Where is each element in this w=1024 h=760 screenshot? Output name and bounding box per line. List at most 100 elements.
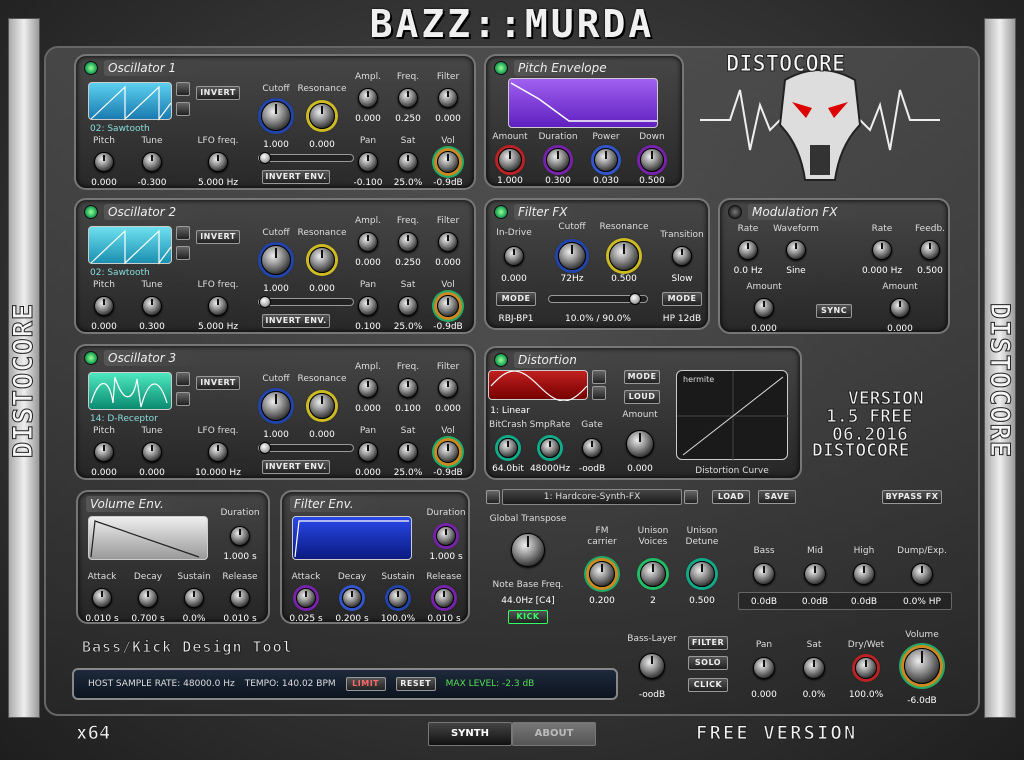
osc-tune-knob[interactable] (142, 296, 162, 316)
osc-sat-knob[interactable] (398, 296, 418, 316)
limit-button[interactable]: LIMIT (345, 677, 386, 691)
filter-fx-mix-slider[interactable] (548, 293, 648, 305)
modulation-fx-power-icon[interactable] (728, 205, 742, 219)
distortion-mode-button[interactable]: MODE (624, 370, 660, 384)
filter-fx-mode-left-button[interactable]: MODE (496, 292, 536, 306)
osc-filter-knob[interactable] (438, 232, 458, 252)
osc-waveform-up-button[interactable] (176, 372, 190, 386)
volume_env-knob[interactable] (184, 588, 204, 608)
mod-rate2-knob[interactable] (872, 240, 892, 260)
osc-pitch-knob[interactable] (94, 152, 114, 172)
filter-fx-mode-right-button[interactable]: MODE (662, 292, 702, 306)
distortion-power-icon[interactable] (494, 353, 508, 367)
distortion-loud-button[interactable]: LOUD (624, 390, 660, 404)
osc-ampl-knob[interactable] (358, 88, 378, 108)
filter_env-knob[interactable] (296, 588, 316, 608)
osc-waveform-up-button[interactable] (176, 226, 190, 240)
filter-fx-knob[interactable] (609, 241, 639, 271)
osc-vol-knob[interactable] (437, 295, 459, 317)
osc-cutoff-knob[interactable] (261, 245, 291, 275)
osc-tune-knob[interactable] (142, 152, 162, 172)
mod-amount2-knob[interactable] (890, 298, 910, 318)
preset-prev-button[interactable] (486, 490, 500, 504)
distortion-knob[interactable] (540, 438, 560, 458)
oscillator-1-power-icon[interactable] (84, 61, 98, 75)
osc-mix-slider-thumb[interactable] (259, 442, 271, 454)
osc-waveform-up-button[interactable] (176, 82, 190, 96)
pitch-env-power-icon[interactable] (494, 61, 508, 75)
volume_env-knob[interactable] (138, 588, 158, 608)
layer-solo-button[interactable]: SOLO (688, 656, 728, 670)
layer-filter-button[interactable]: FILTER (688, 636, 728, 650)
pitch-env-knob[interactable] (546, 148, 570, 172)
mod-sync-button[interactable]: SYNC (816, 304, 852, 318)
osc-vol-knob[interactable] (437, 441, 459, 463)
osc-mix-slider[interactable] (258, 152, 354, 164)
unison-voices-knob[interactable] (640, 561, 666, 587)
osc-pitch-knob[interactable] (94, 296, 114, 316)
oscillator-2-waveform-display[interactable] (88, 226, 172, 265)
fm-carrier-knob[interactable] (589, 561, 615, 587)
volume-env-duration-knob[interactable] (230, 526, 250, 546)
osc-waveform-down-button[interactable] (176, 246, 190, 260)
pitch-env-knob[interactable] (498, 148, 522, 172)
mod-feedb-knob[interactable] (920, 240, 940, 260)
osc-cutoff-knob[interactable] (261, 101, 291, 131)
preset-save-button[interactable]: SAVE (758, 490, 796, 504)
preset-load-button[interactable]: LOAD (712, 490, 750, 504)
osc-pitch-knob[interactable] (94, 442, 114, 462)
osc-mix-slider-thumb[interactable] (259, 296, 271, 308)
oscillator-3-power-icon[interactable] (84, 351, 98, 365)
reset-button[interactable]: RESET (395, 677, 436, 691)
osc-invert-env-button[interactable]: INVERT ENV. (262, 460, 330, 474)
distortion-type-down-button[interactable] (592, 386, 606, 400)
osc-invert-button[interactable]: INVERT (196, 86, 240, 100)
osc-mix-slider[interactable] (258, 442, 354, 454)
osc-filter-knob[interactable] (438, 88, 458, 108)
global-transpose-knob[interactable] (511, 533, 545, 567)
tab-synth[interactable]: SYNTH (428, 722, 512, 746)
filter-fx-mix-thumb[interactable] (629, 293, 641, 305)
unison-detune-knob[interactable] (689, 561, 715, 587)
bass-layer-knob[interactable] (639, 653, 665, 679)
osc-waveform-down-button[interactable] (176, 102, 190, 116)
osc-ampl-knob[interactable] (358, 232, 378, 252)
osc-pan-knob[interactable] (358, 152, 378, 172)
osc-sat-knob[interactable] (398, 152, 418, 172)
master-knob[interactable] (753, 657, 775, 679)
mod-waveform-knob[interactable] (786, 240, 806, 260)
volume_env-knob[interactable] (230, 588, 250, 608)
distortion-knob[interactable] (498, 438, 518, 458)
oscillator-2-power-icon[interactable] (84, 205, 98, 219)
osc-resonance-knob[interactable] (309, 247, 335, 273)
osc-vol-knob[interactable] (437, 151, 459, 173)
osc-filter-knob[interactable] (438, 378, 458, 398)
kick-button[interactable]: KICK (508, 610, 548, 624)
osc-freq-knob[interactable] (398, 378, 418, 398)
tab-about[interactable]: ABOUT (512, 722, 596, 746)
preset-next-button[interactable] (684, 490, 698, 504)
osc-invert-button[interactable]: INVERT (196, 376, 240, 390)
filter-fx-knob[interactable] (672, 246, 692, 266)
osc-resonance-knob[interactable] (309, 103, 335, 129)
osc-mix-slider[interactable] (258, 296, 354, 308)
osc-freq-knob[interactable] (398, 88, 418, 108)
filter-fx-power-icon[interactable] (494, 205, 508, 219)
distortion-type-up-button[interactable] (592, 370, 606, 384)
pitch-env-knob[interactable] (640, 148, 664, 172)
osc-invert-env-button[interactable]: INVERT ENV. (262, 314, 330, 328)
eq-knob[interactable] (804, 563, 826, 585)
layer-click-button[interactable]: CLICK (688, 678, 728, 692)
osc-invert-button[interactable]: INVERT (196, 230, 240, 244)
osc-ampl-knob[interactable] (358, 378, 378, 398)
pitch-env-knob[interactable] (594, 148, 618, 172)
filter_env-knob[interactable] (388, 588, 408, 608)
eq-knob[interactable] (911, 563, 933, 585)
osc-cutoff-knob[interactable] (261, 391, 291, 421)
osc-waveform-down-button[interactable] (176, 392, 190, 406)
filter_env-knob[interactable] (434, 588, 454, 608)
master-knob[interactable] (904, 648, 940, 684)
filter-fx-knob[interactable] (558, 242, 586, 270)
osc-pan-knob[interactable] (358, 296, 378, 316)
osc-resonance-knob[interactable] (309, 393, 335, 419)
